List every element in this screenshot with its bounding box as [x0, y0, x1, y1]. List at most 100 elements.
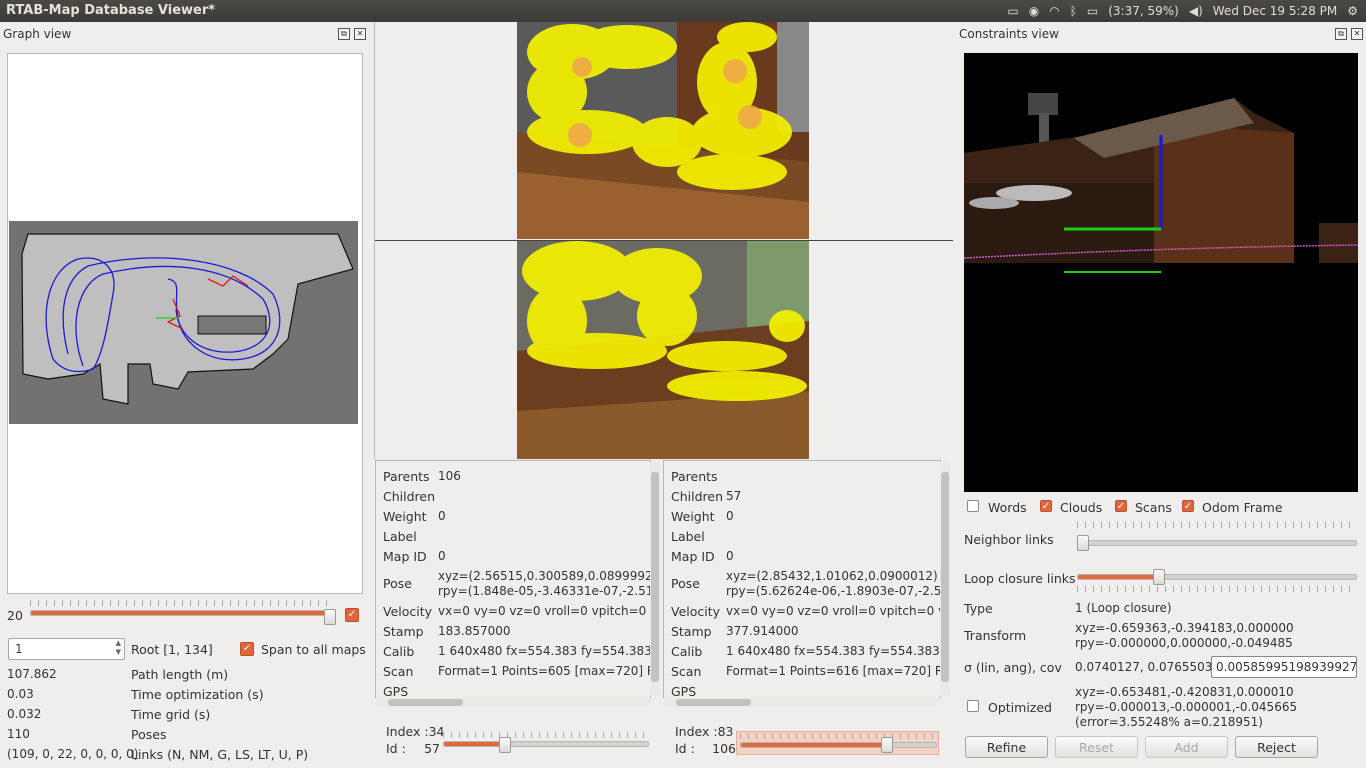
- graph-slider[interactable]: [30, 600, 336, 625]
- graph-canvas[interactable]: [7, 53, 363, 594]
- ubuntu-one-icon[interactable]: ◉: [1029, 4, 1039, 18]
- scrollbar-thumb[interactable]: [651, 472, 659, 682]
- info-label: Pose: [671, 576, 700, 591]
- info-label: GPS: [671, 684, 697, 698]
- point-cloud-scene: [964, 53, 1358, 492]
- root-input[interactable]: 1: [15, 642, 23, 656]
- close-icon[interactable]: ✕: [354, 28, 366, 40]
- info-value: 377.914000: [726, 624, 799, 638]
- words-checkbox[interactable]: [967, 500, 979, 512]
- scrollbar-thumb[interactable]: [676, 699, 751, 706]
- words-label: Words: [988, 500, 1027, 515]
- clock[interactable]: Wed Dec 19 5:28 PM: [1213, 4, 1337, 18]
- scrollbar-thumb[interactable]: [941, 472, 949, 682]
- info-value: vx=0 vy=0 vz=0 vroll=0 vpitch=0 vyaw: [438, 604, 650, 618]
- id-value-right: 106: [712, 741, 736, 756]
- scans-checkbox[interactable]: ✓: [1115, 500, 1127, 512]
- scans-label: Scans: [1135, 500, 1172, 515]
- stat-label: Poses: [131, 727, 167, 742]
- info-label: Label: [671, 529, 705, 544]
- occupancy-obstacle: [197, 315, 267, 335]
- index-slider-right[interactable]: [736, 731, 939, 755]
- id-label-right: Id :: [675, 741, 695, 756]
- info-value: Format=1 Points=605 [max=720] Ra: [438, 664, 651, 678]
- scrollbar-horizontal-left[interactable]: [376, 697, 650, 707]
- id-value-left: 57: [424, 741, 440, 756]
- stat-row: 0.03 Time optimization (s): [7, 687, 367, 707]
- stat-row: 0.032 Time grid (s): [7, 707, 367, 727]
- optimized-checkbox[interactable]: [967, 700, 979, 712]
- graph-slider-checkbox[interactable]: ✓: [345, 608, 359, 622]
- constraints-3d-view[interactable]: [964, 53, 1358, 492]
- close-icon[interactable]: ✕: [1351, 28, 1363, 40]
- graph-stats: 107.862 Path length (m) 0.03 Time optimiza…: [7, 667, 367, 767]
- display-icon[interactable]: ▭: [1007, 4, 1018, 18]
- info-value: 0: [726, 549, 734, 563]
- type-value: 1 (Loop closure): [1075, 601, 1172, 615]
- spin-arrows-icon[interactable]: ▲ ▼: [116, 639, 121, 657]
- covariance-value[interactable]: 0.00585995198939927: [1216, 660, 1357, 674]
- float-icon[interactable]: ⧉: [1335, 28, 1347, 40]
- wifi-icon[interactable]: ◠: [1049, 4, 1059, 18]
- info-label: Velocity: [671, 604, 721, 619]
- clouds-checkbox[interactable]: ✓: [1040, 500, 1052, 512]
- transform-label: Transform: [964, 628, 1027, 643]
- info-label: Children: [383, 489, 436, 504]
- span-checkbox[interactable]: ✓: [240, 642, 254, 656]
- stat-row: 107.862 Path length (m): [7, 667, 367, 687]
- optimized-rpy: rpy=-0.000013,-0.000001,-0.045665: [1075, 700, 1298, 714]
- root-spinbox[interactable]: 1 ▲ ▼: [8, 638, 125, 660]
- odom-frame-checkbox[interactable]: ✓: [1182, 500, 1194, 512]
- add-button[interactable]: Add: [1145, 736, 1228, 758]
- optimized-label: Optimized: [988, 700, 1052, 715]
- float-icon[interactable]: ⧉: [338, 28, 350, 40]
- info-label: Weight: [671, 509, 715, 524]
- stat-value: (109, 0, 22, 0, 0, 0, 0): [7, 747, 139, 761]
- refine-button[interactable]: Refine: [965, 736, 1048, 758]
- neighbor-links-slider[interactable]: [1077, 522, 1357, 551]
- top-menu-bar: RTAB-Map Database Viewer* ▭ ◉ ◠ ᛒ ▭ (3:3…: [0, 0, 1366, 22]
- constraints-view-title: Constraints view: [959, 27, 1059, 41]
- stat-label: Time optimization (s): [131, 687, 264, 702]
- info-value: vx=0 vy=0 vz=0 vroll=0 vpitch=0 vyaw: [726, 604, 940, 618]
- reject-button[interactable]: Reject: [1235, 736, 1318, 758]
- info-label: Calib: [671, 644, 703, 659]
- scrollbar-horizontal-right[interactable]: [664, 697, 940, 707]
- index-slider-left[interactable]: [443, 732, 649, 753]
- info-value: 0: [726, 509, 734, 523]
- battery-status[interactable]: (3:37, 59%): [1108, 4, 1179, 18]
- info-value: 1 640x480 fx=554.383 fy=554.383 cx: [726, 644, 941, 658]
- gear-icon[interactable]: ⚙: [1347, 4, 1358, 18]
- info-panel-right: Parents Children 57 Weight 0 Label Map I…: [663, 460, 941, 698]
- battery-icon[interactable]: ▭: [1087, 4, 1098, 18]
- stat-value: 0.032: [7, 707, 42, 721]
- info-value: rpy=(1.848e-05,-3.46331e-07,-2.5147: [438, 584, 651, 598]
- system-tray: ▭ ◉ ◠ ᛒ ▭ (3:37, 59%) ◀) Wed Dec 19 5:28…: [1007, 2, 1358, 20]
- scrollbar-thumb[interactable]: [388, 699, 463, 706]
- loop-closure-links-slider[interactable]: [1077, 569, 1357, 592]
- info-label: Scan: [671, 664, 702, 679]
- volume-icon[interactable]: ◀): [1189, 4, 1203, 18]
- transform-xyz: xyz=-0.659363,-0.394183,0.000000: [1075, 621, 1294, 635]
- reset-button[interactable]: Reset: [1055, 736, 1138, 758]
- info-value: Format=1 Points=616 [max=720] Ra: [726, 664, 941, 678]
- info-label: Parents: [383, 469, 430, 484]
- image-view-bottom[interactable]: [517, 241, 809, 459]
- odom-frame-label: Odom Frame: [1202, 500, 1283, 515]
- image-view-top[interactable]: [517, 22, 809, 239]
- stat-label: Path length (m): [131, 667, 229, 682]
- info-value: xyz=(2.85432,1.01062,0.0900012): [726, 569, 938, 583]
- scrollbar-vertical-left[interactable]: [650, 462, 660, 696]
- info-label: Calib: [383, 644, 415, 659]
- info-panel-left: Parents 106 Children Weight 0 Label Map …: [375, 460, 651, 698]
- info-label: Map ID: [671, 549, 715, 564]
- sigma-label: σ (lin, ang), cov: [964, 660, 1062, 675]
- covariance-input[interactable]: 0.00585995198939927: [1211, 656, 1357, 678]
- stat-value: 107.862: [7, 667, 57, 681]
- type-label: Type: [964, 601, 993, 616]
- graph-map: [9, 221, 358, 424]
- bluetooth-icon[interactable]: ᛒ: [1070, 4, 1077, 18]
- info-value: xyz=(2.56515,0.300589,0.0899992): [438, 569, 651, 583]
- scrollbar-vertical-right[interactable]: [940, 462, 950, 696]
- info-value: 0: [438, 509, 446, 523]
